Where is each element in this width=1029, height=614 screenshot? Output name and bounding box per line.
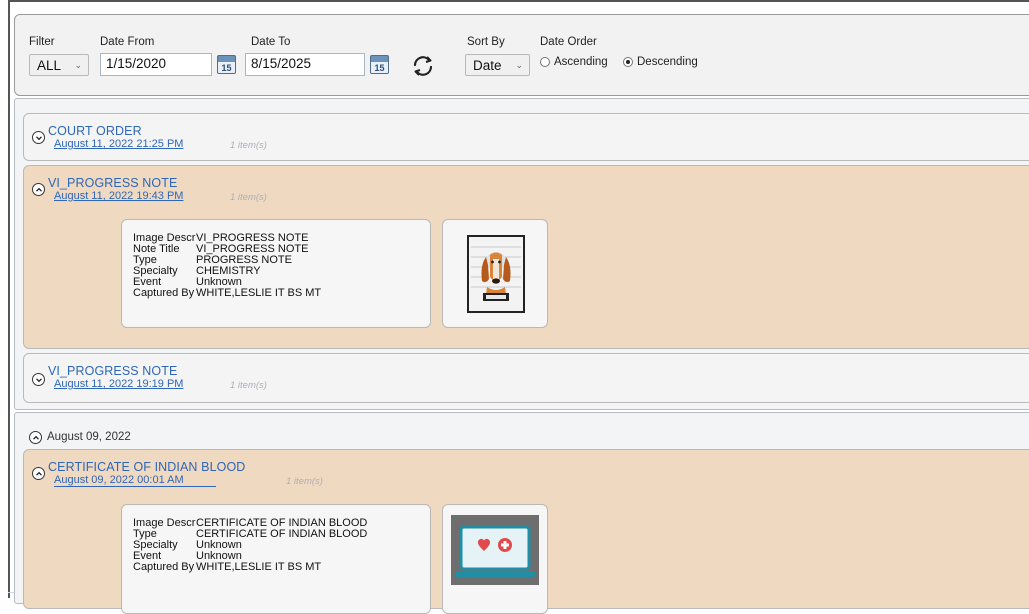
document-title[interactable]: VI_PROGRESS NOTE (48, 364, 177, 378)
descending-label: Descending (637, 56, 698, 68)
collapse-icon[interactable] (29, 431, 42, 444)
detail-row: Captured By WHITE,LESLIE IT BS MT (133, 561, 322, 573)
document-card[interactable]: COURT ORDER August 11, 2022 21:25 PM 1 i… (23, 113, 1029, 161)
ascending-radio[interactable]: Ascending (540, 56, 608, 68)
item-count: 1 item(s) (286, 476, 323, 487)
date-group: August 09, 2022 CERTIFICATE OF INDIAN BL… (14, 412, 1029, 614)
document-title[interactable]: CERTIFICATE OF INDIAN BLOOD (48, 460, 245, 474)
sort-by-value: Date (473, 57, 502, 73)
calendar-icon[interactable]: 15 (217, 55, 236, 74)
document-card[interactable]: VI_PROGRESS NOTE August 11, 2022 19:19 P… (23, 353, 1029, 403)
document-title[interactable]: VI_PROGRESS NOTE (48, 176, 177, 190)
filter-label: Filter (29, 36, 55, 48)
window-frame-top (8, 0, 1029, 2)
item-count: 1 item(s) (230, 380, 267, 391)
document-date[interactable]: August 11, 2022 21:25 PM (54, 138, 183, 150)
chevron-down-icon: ⌄ (515, 59, 523, 70)
expand-icon[interactable] (32, 131, 45, 144)
collapse-icon[interactable] (32, 183, 45, 196)
sort-by-label: Sort By (467, 36, 505, 48)
expand-icon[interactable] (32, 373, 45, 386)
filter-select[interactable]: ALL ⌄ (29, 54, 89, 76)
medical-laptop-icon (451, 515, 539, 585)
document-date[interactable]: August 11, 2022 19:43 PM (54, 190, 183, 202)
date-from-label: Date From (100, 36, 155, 48)
dog-mugshot-icon (467, 235, 525, 313)
document-title[interactable]: COURT ORDER (48, 124, 142, 138)
calendar-icon[interactable]: 15 (370, 55, 389, 74)
group-date-label[interactable]: August 09, 2022 (47, 431, 131, 443)
document-card-expanded[interactable]: VI_PROGRESS NOTE August 11, 2022 19:43 P… (23, 165, 1029, 349)
filter-value: ALL (37, 57, 62, 73)
document-card-expanded[interactable]: CERTIFICATE OF INDIAN BLOOD August 09, 2… (23, 449, 1029, 614)
document-date[interactable]: August 11, 2022 19:19 PM (54, 378, 183, 390)
filter-panel: Filter ALL ⌄ Date From 1/15/2020 15 Date… (14, 14, 1029, 96)
date-to-input[interactable]: 8/15/2025 (245, 53, 365, 76)
radio-unchecked-icon (540, 57, 550, 67)
image-details-panel: Image DescrVI_PROGRESS NOTE Note Title VI… (121, 219, 431, 328)
collapse-icon[interactable] (32, 467, 45, 480)
date-order-label: Date Order (540, 36, 597, 48)
chevron-down-icon: ⌄ (74, 59, 82, 70)
radio-checked-icon (623, 57, 633, 67)
date-to-label: Date To (251, 36, 291, 48)
date-from-input[interactable]: 1/15/2020 (100, 53, 212, 76)
descending-radio[interactable]: Descending (623, 56, 698, 68)
document-list: COURT ORDER August 11, 2022 21:25 PM 1 i… (14, 98, 1029, 410)
document-date[interactable]: August 09, 2022 00:01 AM (54, 474, 216, 487)
detail-row: Captured By WHITE,LESLIE IT BS MT (133, 287, 322, 299)
window-frame-left (8, 0, 10, 598)
item-count: 1 item(s) (230, 140, 267, 151)
ascending-label: Ascending (554, 56, 608, 68)
sort-by-select[interactable]: Date ⌄ (465, 54, 530, 76)
item-count: 1 item(s) (230, 192, 267, 203)
refresh-icon[interactable] (411, 54, 435, 78)
image-thumbnail[interactable] (442, 219, 548, 328)
